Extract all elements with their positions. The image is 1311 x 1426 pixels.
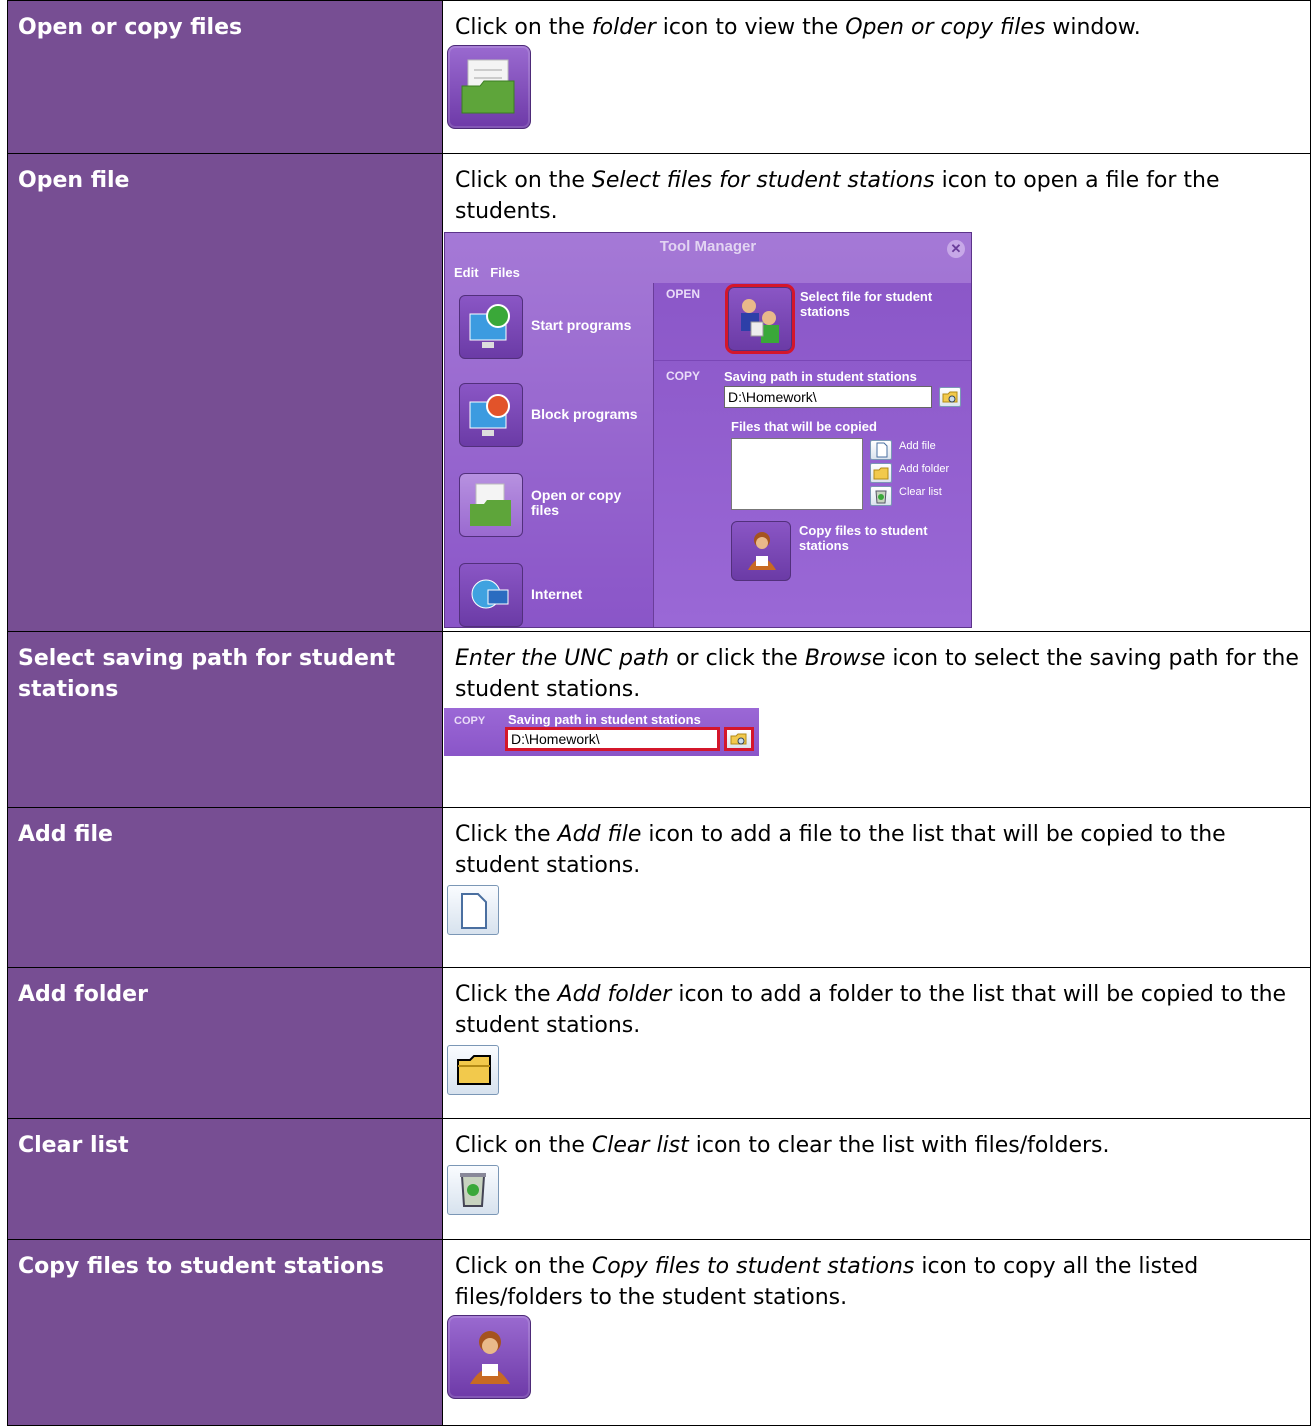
row-description: Click on the Clear list icon to clear th… [443,1119,1310,1161]
sidebar-item-block-programs[interactable]: Block programs [531,406,638,422]
open-section-label: OPEN [666,287,701,301]
desc-emphasis: Add file [557,822,642,847]
start-programs-icon[interactable] [459,295,523,359]
row-label-cell: Copy files to student stations [7,1239,443,1426]
desc-text: Click on the [455,168,592,193]
saving-path-input[interactable]: D:\Homework\ [505,727,720,751]
block-programs-icon[interactable] [459,383,523,447]
files-copied-label: Files that will be copied [731,419,877,434]
add-file-icon[interactable] [447,885,499,935]
desc-emphasis: Copy files to student stations [591,1254,915,1279]
desc-text: Click on the [455,1133,592,1158]
internet-icon[interactable] [459,563,523,627]
table-row: Add folder Click the Add folder icon to … [7,967,1311,1119]
open-copy-files-icon[interactable] [459,473,523,537]
saving-path-strip: COPY Saving path in student stations D:\… [444,708,759,756]
row-desc-cell: Click on the folder icon to view the Ope… [442,0,1311,154]
row-label-cell: Add file [7,807,443,968]
browse-icon[interactable] [939,387,961,407]
copy-files-label: Copy files to student stations [799,523,928,553]
table-row: Open or copy files Click on the folder i… [7,0,1311,154]
desc-emphasis: Add folder [557,982,672,1007]
add-folder-label[interactable]: Add folder [899,463,949,475]
add-folder-icon[interactable] [870,463,892,483]
desc-text: Click the [455,982,558,1007]
select-file-label: Select file for student stations [800,289,933,319]
recycle-bin-icon[interactable] [447,1165,499,1215]
row-desc-cell: Click the Add file icon to add a file to… [442,807,1311,968]
clear-list-label[interactable]: Clear list [899,486,942,498]
row-description: Click the Add folder icon to add a folde… [443,968,1310,1041]
row-label: Open or copy files [18,15,243,40]
add-file-icon[interactable] [870,440,892,460]
table-row: Add file Click the Add file icon to add … [7,807,1311,968]
row-label: Select saving path for student stations [18,646,396,702]
table-row: Open file Click on the Select files for … [7,153,1311,632]
teacher-icon[interactable] [447,1315,531,1399]
desc-text: Click the [455,822,558,847]
row-label: Add file [18,822,113,847]
add-folder-icon[interactable] [447,1045,499,1095]
close-icon[interactable]: ✕ [947,240,965,258]
sidebar-item-internet[interactable]: Internet [531,586,582,602]
files-listbox[interactable] [731,438,863,510]
desc-text: Click on the [455,15,592,40]
browse-icon[interactable] [724,727,754,751]
copy-section-label: COPY [666,369,701,383]
desc-text: or click the [669,646,805,671]
desc-emphasis: Clear list [591,1133,689,1158]
row-desc-cell: Click the Add folder icon to add a folde… [442,967,1311,1119]
desc-emphasis: Enter the UNC path [455,646,670,671]
row-label: Clear list [18,1133,129,1158]
row-label-cell: Add folder [7,967,443,1119]
row-desc-cell: Click on the Copy files to student stati… [442,1239,1311,1426]
row-description: Enter the UNC path or click the Browse i… [443,632,1310,705]
row-label: Copy files to student stations [18,1254,384,1279]
desc-text: window. [1045,15,1141,40]
divider [654,360,971,361]
copy-section-label: COPY [454,715,486,727]
add-file-label[interactable]: Add file [899,440,936,452]
row-description: Click on the Select files for student st… [443,154,1310,227]
row-label-cell: Open file [7,153,443,632]
row-label-cell: Open or copy files [7,0,443,154]
row-desc-cell: Click on the Select files for student st… [442,153,1311,632]
row-description: Click on the Copy files to student stati… [443,1240,1310,1313]
row-label-cell: Select saving path for student stations [7,631,443,808]
saving-path-label: Saving path in student stations [508,712,701,727]
row-label-cell: Clear list [7,1118,443,1240]
desc-emphasis: Open or copy files [845,15,1046,40]
desc-text: Click on the [455,1254,592,1279]
copy-files-students-icon[interactable] [731,521,791,581]
select-file-students-icon[interactable] [725,284,795,354]
sidebar-item-open-copy-files[interactable]: Open or copy files [531,488,641,518]
row-label: Open file [18,168,130,193]
window-title: Tool Manager [659,238,757,255]
row-description: Click on the folder icon to view the Ope… [443,1,1310,43]
folder-icon[interactable] [447,45,531,129]
content-pane: OPEN Select file for student stations CO… [654,283,971,627]
menu-bar: Edit Files [454,265,528,280]
help-table: Open or copy files Click on the folder i… [7,0,1311,1426]
table-row: Copy files to student stations Click on … [7,1239,1311,1426]
desc-text: icon to view the [655,15,846,40]
table-row: Select saving path for student stations … [7,631,1311,808]
table-row: Clear list Click on the Clear list icon … [7,1118,1311,1240]
desc-emphasis: folder [591,15,656,40]
desc-emphasis: Select files for student stations [591,168,935,193]
row-description: Click the Add file icon to add a file to… [443,808,1310,881]
sidebar-item-start-programs[interactable]: Start programs [531,317,631,333]
row-desc-cell: Enter the UNC path or click the Browse i… [442,631,1311,808]
desc-text: icon to clear the list with files/folder… [688,1133,1110,1158]
saving-path-input[interactable]: D:\Homework\ [724,386,932,408]
program-sidebar: Start programs Block programs Open or co… [445,283,654,627]
row-desc-cell: Click on the Clear list icon to clear th… [442,1118,1311,1240]
desc-emphasis: Browse [804,646,886,671]
menu-files[interactable]: Files [490,265,520,280]
recycle-bin-icon[interactable] [870,486,892,506]
row-label: Add folder [18,982,148,1007]
saving-path-label: Saving path in student stations [724,369,917,384]
menu-edit[interactable]: Edit [454,265,479,280]
tool-manager-window: Tool Manager ✕ Edit Files Start programs… [444,232,972,628]
